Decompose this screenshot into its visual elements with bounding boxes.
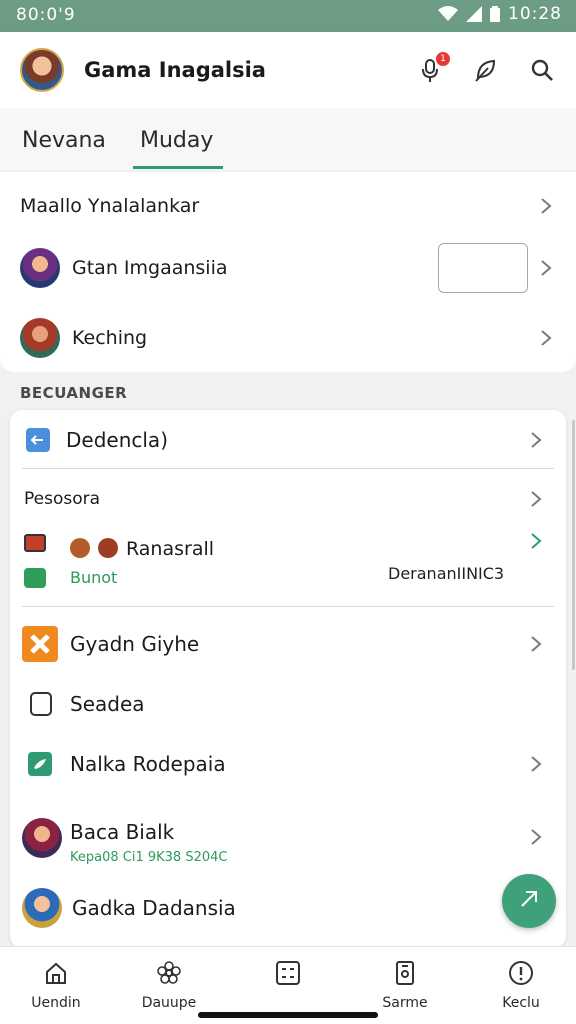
battery-icon [490, 6, 500, 22]
chevron-right-icon [530, 755, 542, 773]
chevron-right-icon [530, 490, 542, 508]
tab-muday[interactable]: Muday [140, 128, 213, 153]
notification-badge: 1 [436, 52, 450, 66]
nav-item-flower[interactable]: Dauupe [114, 959, 224, 1011]
home-indicator[interactable] [198, 1012, 378, 1018]
list-item[interactable]: Seadea [10, 686, 566, 722]
home-icon [42, 959, 70, 987]
list-item[interactable]: Gtan Imgaansiia [0, 243, 576, 293]
chevron-right-icon [540, 259, 552, 277]
list-item[interactable]: Dedencla) [10, 422, 566, 458]
tab-nevana[interactable]: Nevana [22, 128, 106, 153]
chevron-right-icon [540, 329, 552, 347]
orange-x-icon [22, 626, 58, 662]
status-bar: 80:0'9 10:28 [0, 0, 576, 32]
list-item-label: Keching [72, 327, 148, 349]
badge-icon [24, 534, 46, 552]
grid-list-icon [274, 959, 302, 987]
character-icon [98, 538, 118, 558]
divider [22, 606, 554, 607]
list-item[interactable]: Nalka Rodepaia [10, 744, 566, 784]
character-icon [70, 538, 90, 558]
main-card: Dedencla) Pesosora Ranasrall Bunot Deran… [10, 410, 566, 948]
list-item-label: Dedencla) [66, 428, 168, 452]
feather-icon[interactable] [472, 56, 500, 84]
app-bar: Gama Inagalsia 1 [0, 32, 576, 108]
nav-label: Keclu [502, 995, 540, 1011]
group-row-right-text: DerananIINIC3 [388, 564, 505, 583]
chevron-right-icon [540, 197, 552, 215]
avatar [22, 818, 62, 858]
list-item-label: Gadka Dadansia [72, 896, 236, 920]
square-outline-icon [30, 692, 52, 716]
divider [22, 468, 554, 469]
list-item[interactable]: Keching [0, 314, 576, 362]
list-item[interactable]: Gyadn Giyhe [10, 624, 566, 664]
sub-header-row[interactable]: Pesosora [10, 484, 566, 514]
app-title: Gama Inagalsia [84, 58, 266, 82]
chevron-right-icon [530, 431, 542, 449]
list-item[interactable]: Gadka Dadansia [10, 884, 566, 932]
phone-doc-icon [391, 959, 419, 987]
list-item-label: Gtan Imgaansiia [72, 257, 228, 279]
avatar [22, 888, 62, 928]
nav-item-sarme[interactable]: Sarme [350, 959, 460, 1011]
arrow-right-icon [517, 887, 541, 915]
chevron-right-icon [530, 828, 542, 846]
sub-header-label: Pesosora [24, 489, 101, 509]
active-tab-indicator [133, 166, 223, 169]
money-icon [24, 568, 46, 588]
chevron-right-icon [530, 532, 542, 550]
search-icon[interactable] [528, 56, 556, 84]
forward-fab-button[interactable] [502, 874, 556, 928]
list-header-label: Maallo Ynalalankar [20, 195, 200, 217]
avatar [20, 318, 60, 358]
alert-circle-icon [507, 959, 535, 987]
group-row[interactable]: Ranasrall Bunot DerananIINIC3 [10, 530, 566, 590]
nav-item-keclu[interactable]: Keclu [466, 959, 576, 1011]
section-title: BECUANGER [20, 384, 128, 402]
nav-item-grid[interactable] [233, 959, 343, 995]
status-left-time: 80:0'9 [16, 5, 76, 25]
green-leaf-icon [28, 752, 52, 776]
signal-icon [466, 6, 482, 22]
list-header-row[interactable]: Maallo Ynalalankar [0, 188, 576, 224]
list-item-label: Gyadn Giyhe [70, 632, 200, 656]
status-right: 10:28 [438, 4, 562, 24]
flower-icon [155, 959, 183, 987]
chevron-right-icon [530, 635, 542, 653]
list-item-label: Seadea [70, 692, 145, 716]
microphone-icon[interactable]: 1 [416, 52, 450, 84]
list-item-label: Baca Bialk [70, 820, 175, 844]
back-arrow-icon [26, 428, 50, 452]
wifi-icon [438, 6, 458, 22]
list-item-sub-label: Kepa08 Ci1 9K38 S204C [70, 850, 228, 865]
avatar [20, 248, 60, 288]
nav-label: Sarme [382, 995, 428, 1011]
group-row-sub-label: Bunot [70, 568, 118, 587]
list-item[interactable]: Baca Bialk Kepa08 Ci1 9K38 S204C [10, 814, 566, 870]
nav-label: Uendin [31, 995, 81, 1011]
tab-bar: Nevana Muday [0, 108, 576, 170]
thumbnail-placeholder[interactable] [438, 243, 528, 293]
nav-label: Dauupe [141, 995, 197, 1011]
top-list-card: Maallo Ynalalankar Gtan Imgaansiia Kechi… [0, 172, 576, 372]
app-bar-actions: 1 [416, 52, 556, 84]
list-item-label: Nalka Rodepaia [70, 752, 226, 776]
scrollbar[interactable] [572, 420, 575, 670]
status-right-time: 10:28 [508, 4, 562, 24]
nav-item-home[interactable]: Uendin [1, 959, 111, 1011]
group-row-label: Ranasrall [126, 538, 215, 560]
app-avatar[interactable] [20, 48, 64, 92]
